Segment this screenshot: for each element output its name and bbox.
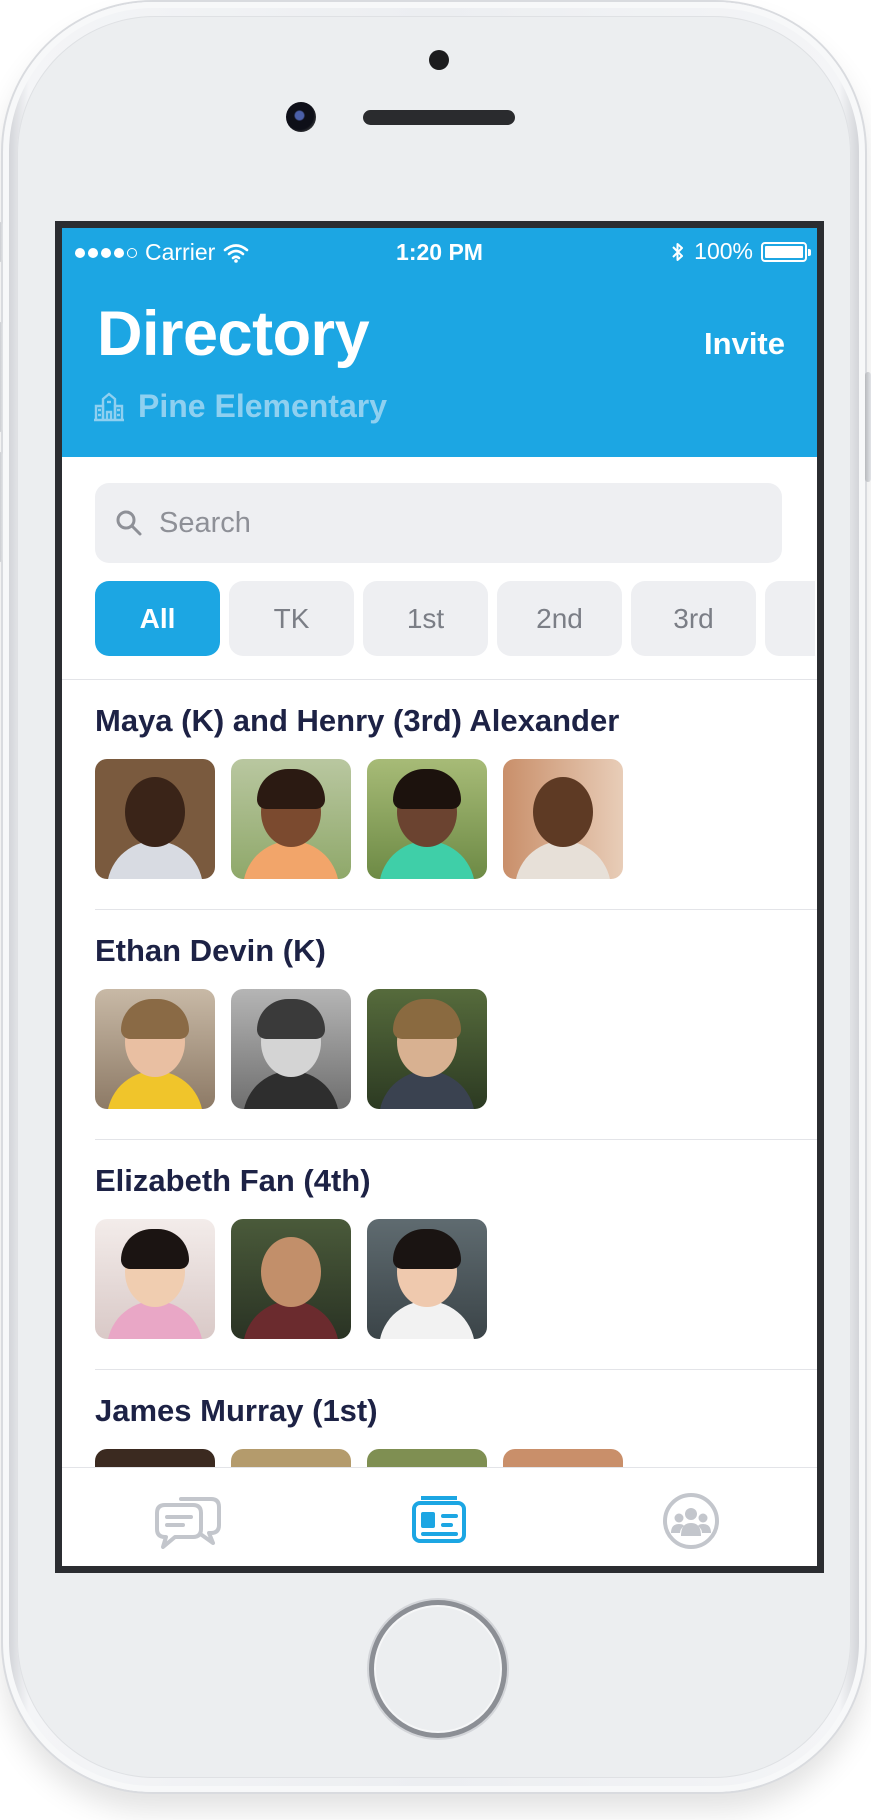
avatar[interactable] <box>231 989 351 1109</box>
avatar[interactable] <box>95 1219 215 1339</box>
grade-filter-bar: All TK 1st 2nd 3rd <box>95 581 815 656</box>
avatar[interactable] <box>231 1219 351 1339</box>
family-name: Elizabeth Fan (4th) <box>95 1163 371 1198</box>
tab-groups[interactable] <box>631 1476 751 1566</box>
avatar[interactable] <box>503 759 623 879</box>
front-camera <box>286 102 316 132</box>
avatar[interactable] <box>95 759 215 879</box>
chat-icon <box>154 1496 221 1549</box>
phone-frame: Carrier 1:20 PM 100% Directory Invite Pi… <box>0 2 871 1792</box>
search-bar[interactable] <box>95 483 782 563</box>
family-name: James Murray (1st) <box>95 1393 378 1428</box>
filter-chip-tk[interactable]: TK <box>229 581 354 656</box>
avatar[interactable] <box>367 1219 487 1339</box>
earpiece-speaker <box>363 110 515 125</box>
family-entry[interactable]: Elizabeth Fan (4th) <box>95 1163 487 1339</box>
volume-down-button <box>0 452 3 562</box>
filter-chip-all[interactable]: All <box>95 581 220 656</box>
divider <box>95 1369 817 1370</box>
family-name: Ethan Devin (K) <box>95 933 326 968</box>
search-input[interactable] <box>159 506 719 540</box>
bluetooth-icon <box>672 242 684 261</box>
search-icon <box>116 510 142 536</box>
page-title: Directory <box>97 299 370 369</box>
invite-button[interactable]: Invite <box>704 326 785 362</box>
tab-bar <box>62 1467 817 1566</box>
mute-switch <box>0 222 3 262</box>
family-photos <box>95 759 623 879</box>
family-name: Maya (K) and Henry (3rd) Alexander <box>95 703 620 738</box>
school-building-icon <box>94 391 124 421</box>
avatar[interactable] <box>231 759 351 879</box>
divider <box>95 909 817 910</box>
groups-icon <box>663 1492 720 1549</box>
tab-directory[interactable] <box>379 1476 499 1566</box>
battery-icon <box>761 241 811 262</box>
avatar[interactable] <box>367 989 487 1109</box>
home-button[interactable] <box>369 1600 507 1738</box>
filter-chip-1st[interactable]: 1st <box>363 581 488 656</box>
proximity-sensor <box>429 50 449 70</box>
avatar[interactable] <box>367 759 487 879</box>
volume-up-button <box>0 322 3 432</box>
filter-chip-overflow[interactable] <box>765 581 815 656</box>
header: Carrier 1:20 PM 100% Directory Invite Pi… <box>62 228 817 457</box>
directory-card-icon <box>412 1495 467 1543</box>
battery-percent: 100% <box>694 238 753 264</box>
family-photos <box>95 1219 487 1339</box>
divider <box>95 1139 817 1140</box>
divider <box>62 679 817 680</box>
avatar[interactable] <box>95 989 215 1109</box>
tab-messages[interactable] <box>128 1476 248 1566</box>
family-entry[interactable]: Ethan Devin (K) <box>95 933 487 1109</box>
school-selector[interactable]: Pine Elementary <box>92 388 387 425</box>
app-screen: Carrier 1:20 PM 100% Directory Invite Pi… <box>55 221 824 1573</box>
filter-chip-2nd[interactable]: 2nd <box>497 581 622 656</box>
power-button <box>865 372 871 482</box>
status-bar: Carrier 1:20 PM 100% <box>62 228 817 276</box>
family-entry[interactable]: Maya (K) and Henry (3rd) Alexander <box>95 703 623 879</box>
school-name: Pine Elementary <box>138 388 387 424</box>
family-photos <box>95 989 487 1109</box>
filter-chip-3rd[interactable]: 3rd <box>631 581 756 656</box>
